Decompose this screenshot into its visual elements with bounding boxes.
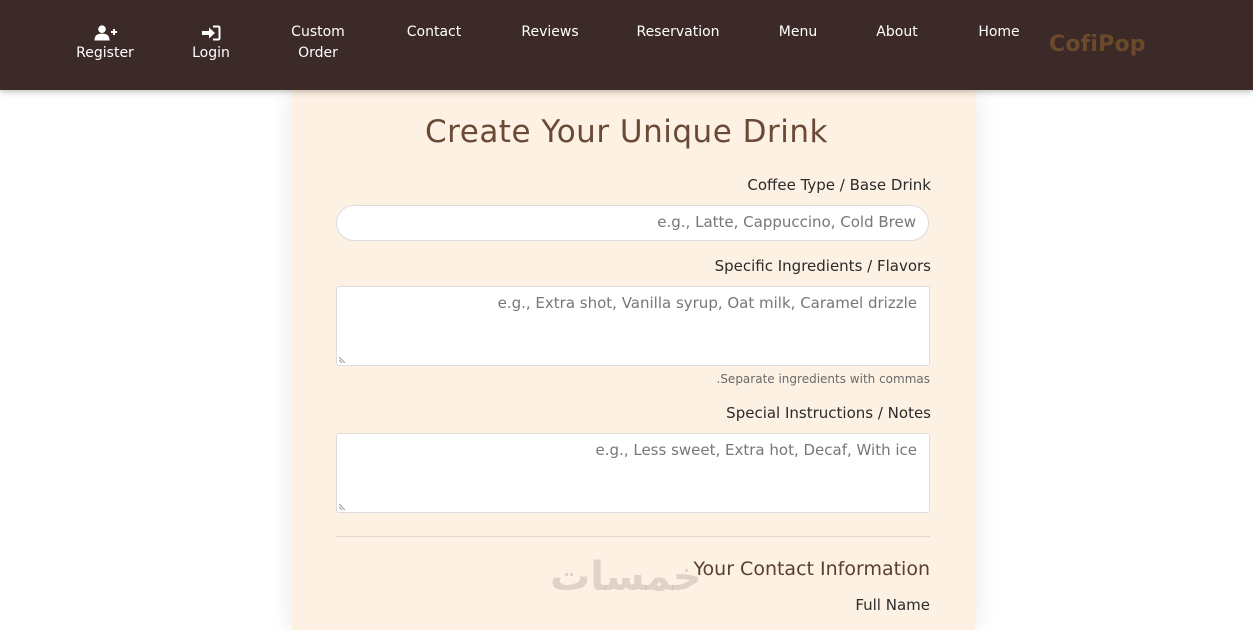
nav-contact-label: Contact [406, 24, 462, 40]
top-navbar: Register Login Custom Order Contact Revi… [0, 0, 1253, 90]
nav-reviews-label: Reviews [521, 24, 579, 40]
nav-about-label: About [876, 24, 918, 40]
coffee-type-input[interactable]: e.g., Latte, Cappuccino, Cold Brew [336, 205, 929, 241]
nav-register-label: Register [76, 45, 134, 61]
nav-register[interactable]: Register [72, 25, 138, 64]
nav-login[interactable]: Login [184, 25, 238, 64]
nav-contact[interactable]: Contact [396, 22, 472, 43]
ingredients-label: Specific Ingredients / Flavors [714, 257, 931, 275]
instructions-textarea[interactable]: e.g., Less sweet, Extra hot, Decaf, With… [336, 433, 930, 513]
ingredients-hint: .Separate ingredients with commas [716, 372, 931, 386]
nav-custom-order-label: Custom Order [291, 24, 345, 61]
nav-custom-order[interactable]: Custom Order [280, 22, 356, 64]
nav-login-label: Login [192, 45, 230, 61]
resize-grip-icon[interactable] [339, 355, 347, 363]
nav-about[interactable]: About [866, 22, 928, 43]
nav-reservation-label: Reservation [636, 24, 720, 40]
resize-grip-icon[interactable] [339, 502, 347, 510]
coffee-type-label: Coffee Type / Base Drink [747, 176, 931, 194]
section-divider [336, 536, 930, 537]
brand-logo[interactable]: CofiPop [1049, 32, 1146, 57]
contact-section-title: Your Contact Information [693, 558, 930, 580]
user-plus-icon [72, 25, 138, 41]
nav-reservation[interactable]: Reservation [626, 22, 730, 43]
nav-menu[interactable]: Menu [770, 22, 826, 43]
coffee-type-placeholder: e.g., Latte, Cappuccino, Cold Brew [657, 213, 916, 231]
nav-menu-label: Menu [778, 24, 818, 40]
full-name-label: Full Name [855, 596, 930, 614]
nav-reviews[interactable]: Reviews [513, 22, 587, 43]
ingredients-placeholder: e.g., Extra shot, Vanilla syrup, Oat mil… [497, 294, 917, 312]
form-title: Create Your Unique Drink [425, 114, 828, 150]
instructions-placeholder: e.g., Less sweet, Extra hot, Decaf, With… [595, 441, 917, 459]
sign-in-icon [184, 25, 238, 41]
ingredients-textarea[interactable]: e.g., Extra shot, Vanilla syrup, Oat mil… [336, 286, 930, 366]
nav-home[interactable]: Home [968, 22, 1030, 43]
nav-home-label: Home [978, 24, 1020, 40]
instructions-label: Special Instructions / Notes [726, 404, 931, 422]
watermark: خمسات [550, 554, 702, 600]
